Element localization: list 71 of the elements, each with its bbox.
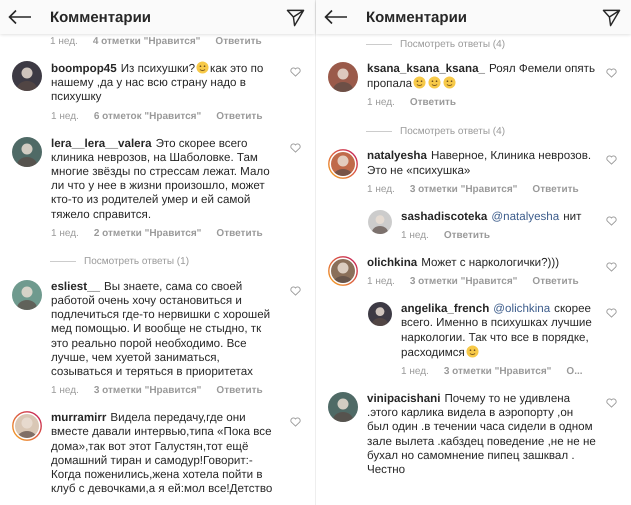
comment-text: angelika_french @olichkina скорее всего. Именно в психушках лучшие наркологии. Так что все в порядке, расходимся xyxy=(401,302,593,360)
comment-time: 1 нед. xyxy=(51,110,79,122)
username-link[interactable]: vinipacishani xyxy=(367,392,440,406)
comment-text: ksana_ksana_ksana_ Роял Фемели опять пропала xyxy=(367,62,596,92)
reply-link[interactable]: Ответить xyxy=(216,385,263,396)
comment-time: 1 нед. xyxy=(51,385,79,396)
reply-link[interactable]: Ответить xyxy=(216,228,263,239)
heart-icon[interactable] xyxy=(606,155,617,166)
likes-count[interactable]: 3 отметки "Нравится" xyxy=(410,184,518,195)
comment-time: 1 нед. xyxy=(367,184,395,195)
username-link[interactable]: boompop45 xyxy=(51,62,117,75)
comment-text: olichkina Может с наркологички?))) xyxy=(367,256,560,270)
comment-time: 1 нед. xyxy=(51,228,79,239)
heart-icon[interactable] xyxy=(290,286,301,296)
comment-time: 1 нед. xyxy=(401,230,429,242)
comment-time: 1 нед. xyxy=(50,36,78,47)
heart-icon[interactable] xyxy=(606,308,617,318)
reply-link[interactable]: О... xyxy=(566,366,583,378)
heart-icon[interactable] xyxy=(606,216,617,226)
heart-icon[interactable] xyxy=(606,398,617,408)
emoji-icon xyxy=(413,76,426,90)
username-link[interactable]: lera__lera__valera xyxy=(51,136,152,150)
reply-link[interactable]: Ответить xyxy=(216,110,262,122)
emoji-icon xyxy=(196,61,210,74)
likes-count[interactable]: 3 отметки "Нравится" xyxy=(410,276,518,288)
likes-count[interactable]: 6 отметок "Нравится" xyxy=(94,110,202,122)
comment-text: boompop45 Из психушки? как это по нашему ,да у нас всю страну надо в психушку xyxy=(51,61,264,105)
comment-time: 1 нед. xyxy=(367,97,395,108)
comment-text: esliest__ Вы знаете, сама со своей работой очень хочу остановиться и подлечиться где-то нервишки с хорошей мед помощью. И вообще не стыдно, тк это реально порой необходимо. Все лучше, чем хуетой заниматься, созываться и теряться в приоритетах xyxy=(51,280,272,380)
username-link[interactable]: esliest__ xyxy=(51,280,100,293)
page-title: Комментарии xyxy=(50,8,152,26)
comment-text: murramirr Видела передачу,где они вместе давали интервью,типа «Пока все дома»,так вот этот Галустян,тот ещё домашний тиран и самодур!Говорит:- Когда поженились,жена хотела пойти в клуб с девочками,а я ей:мол все!Детство xyxy=(51,411,274,496)
username-link[interactable]: olichkina xyxy=(367,256,418,270)
reply-link[interactable]: Ответить xyxy=(215,36,262,47)
emoji-icon xyxy=(428,76,442,90)
send-icon[interactable] xyxy=(286,8,305,26)
username-link[interactable]: angelika_french xyxy=(401,302,490,316)
likes-count[interactable]: 3 отметки "Нравится" xyxy=(94,385,202,396)
reply-link[interactable]: Ответить xyxy=(532,276,579,288)
heart-icon[interactable] xyxy=(290,142,301,153)
likes-count[interactable]: 3 отметки "Нравится" xyxy=(444,366,552,378)
username-link[interactable]: ksana_ksana_ksana_ xyxy=(367,62,485,75)
comment-time: 1 нед. xyxy=(401,366,429,378)
username-link[interactable]: murramirr xyxy=(51,411,106,424)
emoji-icon xyxy=(443,76,456,90)
back-arrow-icon[interactable] xyxy=(324,9,348,25)
heart-icon[interactable] xyxy=(606,262,617,272)
heart-icon[interactable] xyxy=(606,68,617,78)
emoji-icon xyxy=(466,344,479,358)
username-link[interactable]: sashadiscoteka xyxy=(401,210,488,223)
mention-link[interactable]: @natalуesha xyxy=(491,210,560,223)
page-title: Комментарии xyxy=(366,8,468,26)
likes-count[interactable]: 2 отметки "Нравится" xyxy=(94,228,202,239)
mention-link[interactable]: @olichkina xyxy=(493,302,550,316)
comment-time: 1 нед. xyxy=(367,276,395,288)
comment-text: vinipacishani Почему то не удивлена .этого карлика видела в аэропорту ,он был один .в течении часа сидели в одном зале вылета .кабздец поведение ,не не не бухал но самомнение пипец зашквал . Честно xyxy=(367,392,596,478)
back-arrow-icon[interactable] xyxy=(8,9,32,25)
view-replies-link[interactable]: Посмотреть ответы (4) xyxy=(400,126,506,137)
heart-icon[interactable] xyxy=(290,67,301,77)
comment-text: natalуesha Наверное, Клиника неврозов. Это не «психушка» xyxy=(367,149,592,178)
comment-text: lera__lera__valera Это скорее всего клиника неврозов, на Шаболовке. Там многие звёзды по стрессам лежат. Мало ли что у нее в жизни произошло, может кто-то из родителей умер и ей самой тяжело справится. xyxy=(51,136,271,222)
username-link[interactable]: natalуesha xyxy=(367,149,427,162)
comment-text: sashadiscoteka @natalуesha нит xyxy=(401,210,582,224)
reply-link[interactable]: Ответить xyxy=(410,97,456,108)
send-icon[interactable] xyxy=(602,8,621,26)
reply-link[interactable]: Ответить xyxy=(532,184,579,195)
heart-icon[interactable] xyxy=(290,417,301,428)
view-replies-link[interactable]: Посмотреть ответы (1) xyxy=(84,256,190,268)
view-replies-link[interactable]: Посмотреть ответы (4) xyxy=(400,38,506,50)
likes-count[interactable]: 4 отметки "Нравится" xyxy=(92,36,200,47)
reply-link[interactable]: Ответить xyxy=(444,230,490,242)
